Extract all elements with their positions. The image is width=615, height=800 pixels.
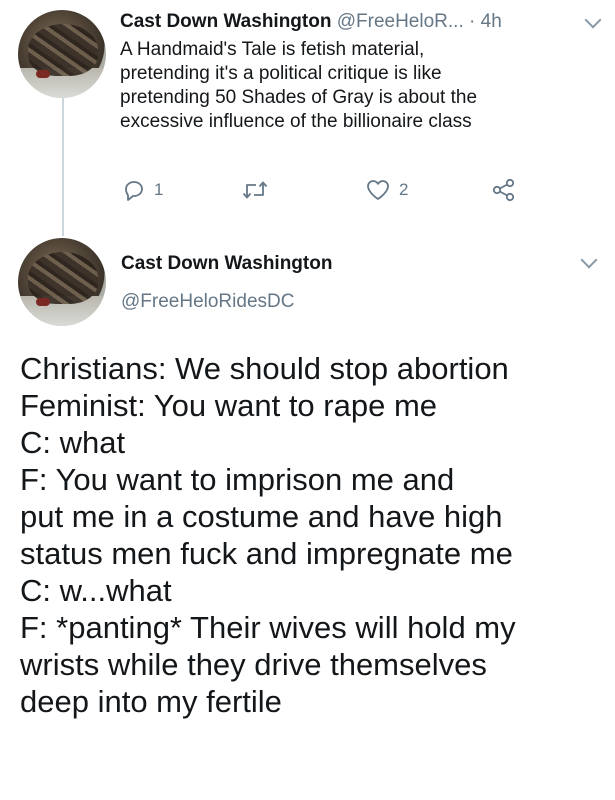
tweet-text: Christians: We should stop abortion Femi… [20, 350, 610, 720]
tweet-text-line: excessive influence of the billionaire c… [120, 111, 472, 132]
retweet-button[interactable] [241, 178, 277, 202]
tweet-text-line: F: You want to imprison me and [20, 462, 455, 497]
reply-button[interactable]: 1 [122, 178, 163, 202]
author-name[interactable]: Cast Down Washington [121, 252, 332, 276]
tweet-text-line: Feminist: You want to rape me [20, 388, 438, 423]
retweet-icon [242, 181, 268, 199]
tweet-text-line: pretending it's a political critique is … [120, 63, 442, 84]
tweet-text: A Handmaid's Tale is fetish material, pr… [120, 38, 590, 134]
share-button[interactable] [491, 178, 517, 202]
tweet-text-line: F: *panting* Their wives will hold my [20, 610, 516, 645]
heart-icon [367, 180, 389, 200]
author-handle[interactable]: @FreeHeloRidesDC [121, 290, 294, 314]
tweet-text-line: C: what [20, 425, 126, 460]
avatar[interactable] [18, 10, 106, 98]
chevron-down-icon[interactable] [584, 11, 602, 29]
like-button[interactable]: 2 [365, 178, 408, 202]
timestamp[interactable]: 4h [481, 11, 502, 32]
tweet-text-line: wrists while they drive themselves [20, 647, 487, 682]
share-icon [492, 178, 515, 202]
reply-count: 1 [154, 180, 164, 199]
tweet-text-line: A Handmaid's Tale is fetish material, [120, 39, 425, 60]
avatar[interactable] [18, 238, 106, 326]
tweet-text-line: status men fuck and impregnate me [20, 536, 513, 571]
thread-line [62, 96, 64, 236]
tweet-text-line: deep into my fertile [20, 684, 282, 719]
reply-icon [125, 181, 143, 201]
tweet-text-line: Christians: We should stop abortion [20, 351, 509, 386]
tweet-text-line: pretending 50 Shades of Gray is about th… [120, 87, 478, 108]
author-handle[interactable]: @FreeHeloR... [337, 11, 464, 32]
tweet-header: Cast Down Washington @FreeHeloR... · 4h [120, 10, 502, 34]
tweet-actions: 1 2 [0, 178, 615, 206]
chevron-down-icon[interactable] [580, 251, 598, 269]
separator: · [469, 11, 476, 32]
tweet-text-line: put me in a costume and have high [20, 499, 503, 534]
like-count: 2 [399, 180, 409, 199]
tweet-text-line: C: w...what [20, 573, 172, 608]
author-name[interactable]: Cast Down Washington [120, 11, 331, 32]
